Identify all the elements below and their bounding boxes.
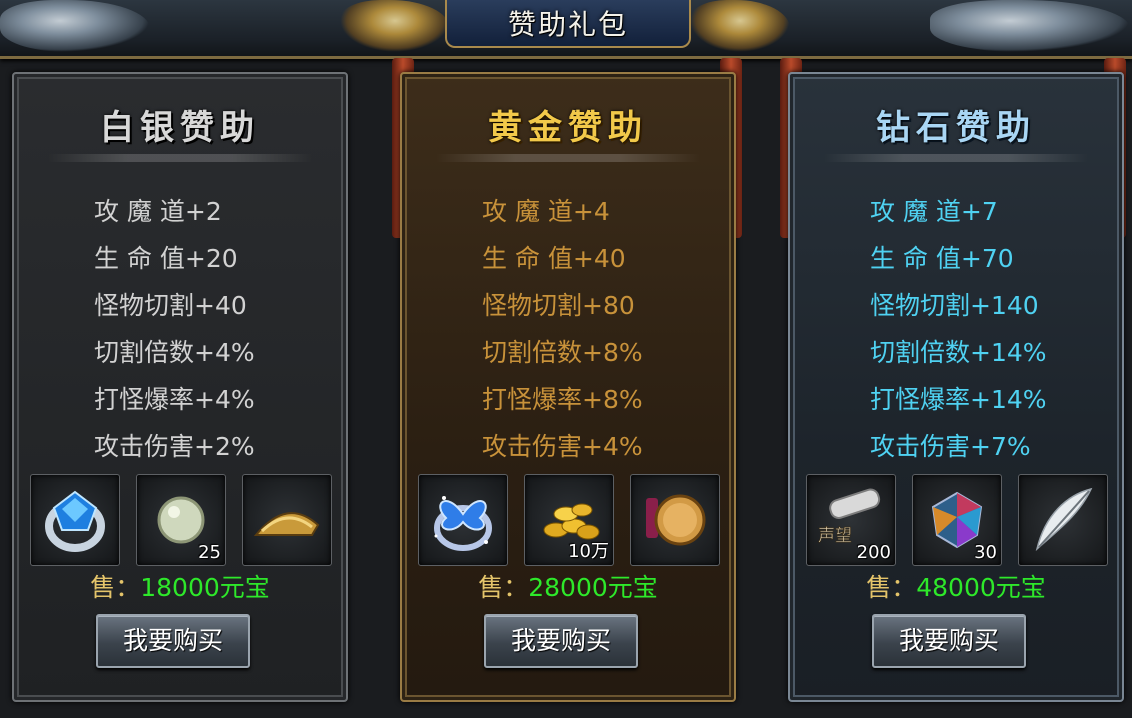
stat-list: 攻 魔 道+2 生 命 值+20 怪物切割+40 切割倍数+4% 打怪爆率+4%… xyxy=(94,188,255,470)
window-title: 赞助礼包 xyxy=(445,0,691,48)
stat-line: 打怪爆率+4% xyxy=(94,385,255,414)
item-slot[interactable]: 25 xyxy=(136,474,226,566)
item-slot[interactable]: 声望 200 xyxy=(806,474,896,566)
stat-line: 打怪爆率+8% xyxy=(482,385,643,414)
scroll-caption: 声望 xyxy=(818,526,852,546)
window-header: 赞助礼包 xyxy=(0,0,1132,59)
panel-title: 黄金赞助 xyxy=(488,108,648,148)
item-slot[interactable] xyxy=(30,474,120,566)
item-quantity: 10万 xyxy=(568,541,609,562)
panel-title: 钻石赞助 xyxy=(876,108,1036,148)
diamond-sponsor-panel: 钻石赞助 攻 魔 道+7 生 命 值+70 怪物切割+140 切割倍数+14% … xyxy=(788,72,1124,702)
stat-line: 攻 魔 道+2 xyxy=(94,197,222,226)
item-slot[interactable]: 10万 xyxy=(524,474,614,566)
item-quantity: 25 xyxy=(198,542,221,563)
stat-line: 攻 魔 道+4 xyxy=(482,197,610,226)
pearl-orb-icon xyxy=(157,496,205,544)
stat-line: 生 命 值+20 xyxy=(94,244,238,273)
item-slot[interactable] xyxy=(418,474,508,566)
stat-line: 攻击伤害+7% xyxy=(870,432,1031,461)
blue-gem-ring-icon xyxy=(45,490,105,552)
price-row: 售：28000元宝 xyxy=(402,568,734,604)
price-row: 售：18000元宝 xyxy=(14,568,346,604)
price-label: 售： xyxy=(866,573,917,602)
item-slot[interactable]: 30 xyxy=(912,474,1002,566)
right-gold-dragon-ornament xyxy=(690,0,790,52)
buy-button[interactable]: 我要购买 xyxy=(484,614,638,668)
stat-list: 攻 魔 道+4 生 命 值+40 怪物切割+80 切割倍数+8% 打怪爆率+8%… xyxy=(482,188,643,470)
stat-line: 生 命 值+70 xyxy=(870,244,1014,273)
stat-line: 切割倍数+4% xyxy=(94,338,255,367)
left-gold-dragon-ornament xyxy=(340,0,450,52)
golden-hat-icon xyxy=(253,512,320,536)
reward-items: 25 xyxy=(30,474,332,568)
reward-items: 10万 xyxy=(418,474,720,568)
stat-line: 怪物切割+140 xyxy=(870,291,1039,320)
item-slot[interactable] xyxy=(1018,474,1108,566)
stat-line: 怪物切割+40 xyxy=(94,291,247,320)
item-slot[interactable] xyxy=(242,474,332,566)
gold-sponsor-panel: 黄金赞助 攻 魔 道+4 生 命 值+40 怪物切割+80 切割倍数+8% 打怪… xyxy=(400,72,736,702)
price-label: 售： xyxy=(478,573,529,602)
title-divider xyxy=(824,154,1088,162)
stat-line: 攻击伤害+2% xyxy=(94,432,255,461)
stat-line: 攻 魔 道+7 xyxy=(870,197,998,226)
white-feather-icon xyxy=(1035,487,1093,552)
stat-line: 生 命 值+40 xyxy=(482,244,626,273)
stat-list: 攻 魔 道+7 生 命 值+70 怪物切割+140 切割倍数+14% 打怪爆率+… xyxy=(870,188,1047,470)
left-dragon-ornament xyxy=(0,0,150,52)
stat-line: 切割倍数+8% xyxy=(482,338,643,367)
panel-title: 白银赞助 xyxy=(100,108,260,148)
buy-button[interactable]: 我要购买 xyxy=(96,614,250,668)
title-divider xyxy=(48,154,312,162)
gold-medal-icon xyxy=(646,494,706,546)
price-row: 售：48000元宝 xyxy=(790,568,1122,604)
stat-line: 切割倍数+14% xyxy=(870,338,1047,367)
item-slot[interactable] xyxy=(630,474,720,566)
item-quantity: 30 xyxy=(974,542,997,563)
price-value: 18000元宝 xyxy=(140,573,270,602)
butterfly-ring-icon xyxy=(434,496,492,551)
price-label: 售： xyxy=(90,573,141,602)
price-value: 48000元宝 xyxy=(916,573,1046,602)
stat-line: 打怪爆率+14% xyxy=(870,385,1047,414)
right-dragon-ornament xyxy=(930,0,1130,52)
title-divider xyxy=(436,154,700,162)
item-quantity: 200 xyxy=(856,542,891,563)
price-value: 28000元宝 xyxy=(528,573,658,602)
silver-sponsor-panel: 白银赞助 攻 魔 道+2 生 命 值+20 怪物切割+40 切割倍数+4% 打怪… xyxy=(12,72,348,702)
reward-items: 声望 200 30 xyxy=(806,474,1108,568)
stat-line: 攻击伤害+4% xyxy=(482,432,643,461)
buy-button[interactable]: 我要购买 xyxy=(872,614,1026,668)
stat-line: 怪物切割+80 xyxy=(482,291,635,320)
